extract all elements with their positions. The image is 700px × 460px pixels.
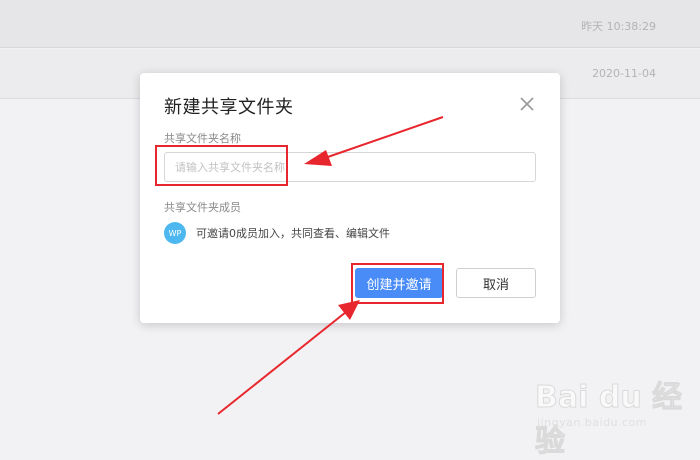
watermark-url: jingyan.baidu.com [537,416,648,429]
invite-hint-text: 可邀请0成员加入，共同查看、编辑文件 [196,227,390,240]
folder-name-input[interactable] [164,152,536,182]
cancel-button[interactable]: 取消 [456,268,536,298]
member-row: WP 可邀请0成员加入，共同查看、编辑文件 [164,221,390,245]
baidu-jingyan-watermark: Bai du 经验 jingyan.baidu.com [535,372,695,460]
create-and-invite-button[interactable]: 创建并邀请 [355,268,443,298]
row-timestamp: 2020-11-04 [592,67,656,80]
row-timestamp: 昨天 10:38:29 [581,20,656,33]
dialog-title: 新建共享文件夹 [164,97,294,118]
close-icon[interactable] [518,95,536,113]
new-shared-folder-dialog: 新建共享文件夹 共享文件夹名称 共享文件夹成员 WP 可邀请0成员加入，共同查看… [140,73,560,323]
file-list-row[interactable]: 昨天 10:38:29 [0,0,700,48]
avatar: WP [164,222,186,244]
folder-members-label: 共享文件夹成员 [164,201,241,214]
folder-name-label: 共享文件夹名称 [164,132,241,145]
